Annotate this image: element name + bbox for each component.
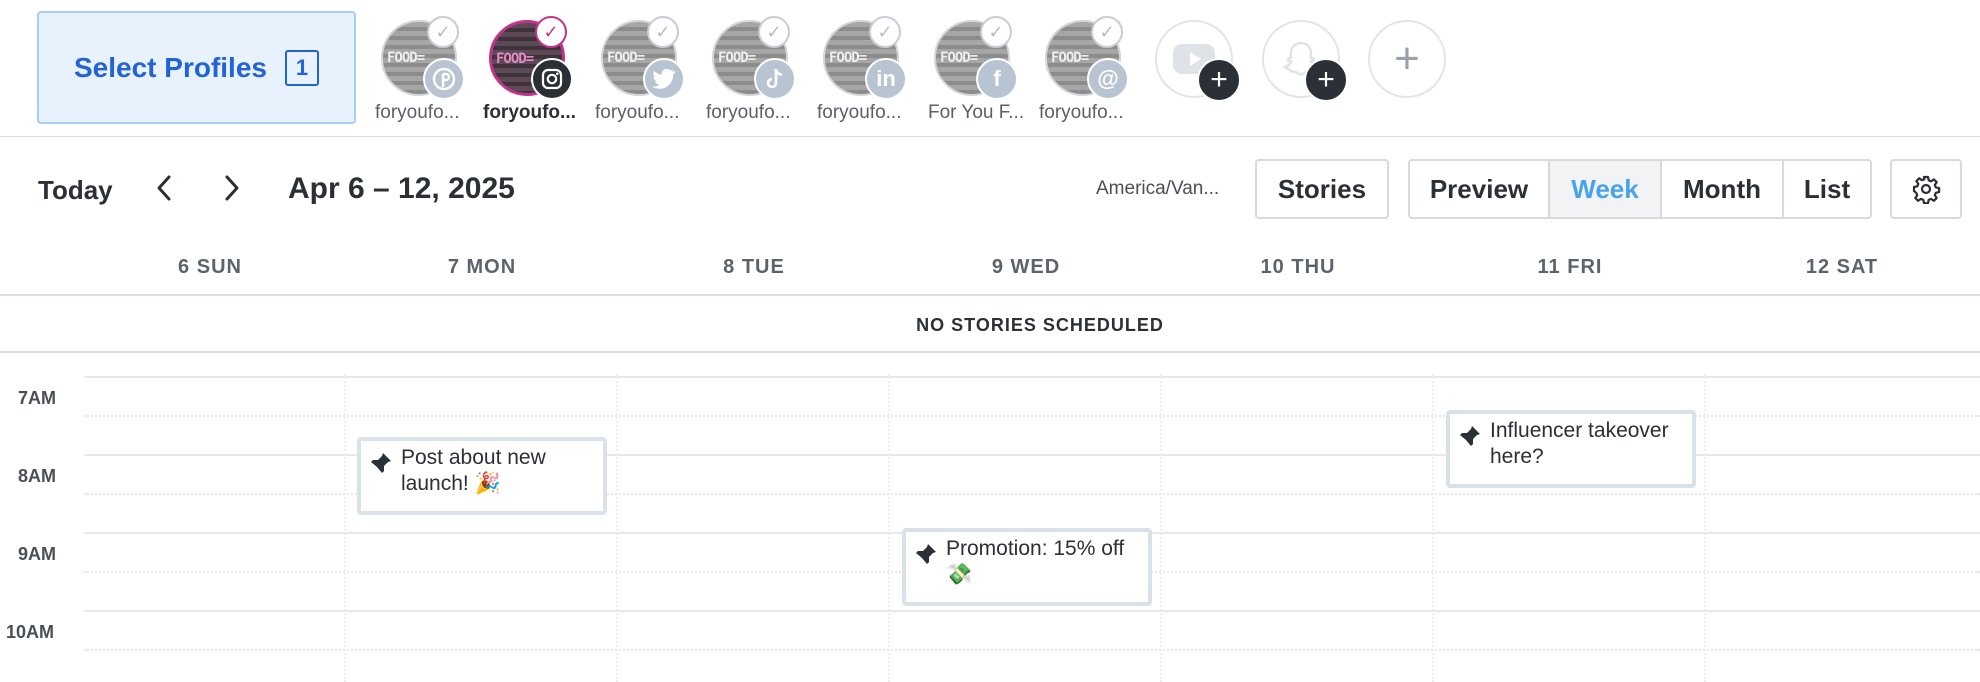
tiktok-icon bbox=[754, 58, 796, 100]
event-text: Promotion: 15% off 💸 bbox=[946, 537, 1125, 586]
plus-icon: + bbox=[1197, 58, 1241, 102]
day-column-separator bbox=[616, 374, 618, 682]
view-list[interactable]: List bbox=[1784, 161, 1870, 217]
check-icon: ✓ bbox=[535, 16, 567, 48]
view-switcher: Preview Week Month List bbox=[1408, 159, 1872, 219]
chevron-right-icon bbox=[225, 175, 239, 201]
profile-facebook[interactable]: FOOD= ✓ f For You F... bbox=[928, 16, 1044, 130]
view-week[interactable]: Week bbox=[1550, 161, 1662, 217]
select-profiles-button[interactable]: Select Profiles 1 bbox=[37, 11, 356, 124]
profile-name: foryoufo... bbox=[595, 102, 680, 123]
profile-bar: Select Profiles 1 FOOD= ✓ foryoufo... FO… bbox=[0, 0, 1980, 137]
scheduled-post-mon[interactable]: Post about new launch! 🎉 bbox=[357, 437, 607, 515]
profile-name: foryoufo... bbox=[706, 102, 791, 123]
day-column-separator bbox=[1160, 374, 1162, 682]
day-header: 6 SUN 7 MON 8 TUE 9 WED 10 THU 11 FRI 12… bbox=[0, 238, 1980, 296]
chevron-left-icon bbox=[157, 175, 171, 201]
day-header-sun: 6 SUN bbox=[178, 256, 242, 278]
half-hour-line bbox=[84, 649, 1980, 651]
profile-name: For You F... bbox=[928, 102, 1025, 123]
selected-count-badge: 1 bbox=[284, 49, 319, 86]
scheduled-post-wed[interactable]: Promotion: 15% off 💸 bbox=[902, 528, 1152, 606]
add-new-profile-button[interactable]: + bbox=[1368, 20, 1446, 98]
day-header-fri: 11 FRI bbox=[1537, 256, 1603, 278]
pin-icon bbox=[1460, 426, 1480, 446]
pin-icon bbox=[916, 544, 936, 564]
day-header-thu: 10 THU bbox=[1260, 256, 1336, 278]
instagram-icon bbox=[531, 58, 573, 100]
check-icon: ✓ bbox=[647, 16, 679, 48]
today-button[interactable]: Today bbox=[38, 175, 113, 206]
pinterest-icon bbox=[423, 58, 465, 100]
no-stories-message: NO STORIES SCHEDULED bbox=[916, 315, 1164, 335]
profile-name: foryoufo... bbox=[483, 102, 576, 123]
view-preview[interactable]: Preview bbox=[1410, 161, 1550, 217]
add-youtube-profile[interactable]: + bbox=[1155, 20, 1241, 102]
twitter-icon bbox=[643, 58, 685, 100]
hour-label-7am: 7AM bbox=[18, 388, 57, 408]
profile-pinterest[interactable]: FOOD= ✓ foryoufo... bbox=[375, 16, 491, 130]
profile-tiktok[interactable]: FOOD= ✓ foryoufo... bbox=[706, 16, 822, 130]
stories-row: NO STORIES SCHEDULED bbox=[0, 297, 1980, 353]
threads-icon: @ bbox=[1087, 58, 1129, 100]
day-header-sat: 12 SAT bbox=[1805, 256, 1879, 278]
day-header-mon: 7 MON bbox=[447, 256, 517, 278]
plus-icon: + bbox=[1304, 58, 1348, 102]
day-header-tue: 8 TUE bbox=[723, 256, 785, 278]
check-icon: ✓ bbox=[427, 16, 459, 48]
profile-threads[interactable]: FOOD= ✓ @ foryoufo... bbox=[1039, 16, 1155, 130]
hour-label-9am: 9AM bbox=[18, 544, 57, 564]
profile-name: foryoufo... bbox=[817, 102, 902, 123]
scheduled-post-fri[interactable]: Influencer takeover here? bbox=[1446, 410, 1696, 488]
event-text: Post about new launch! 🎉 bbox=[401, 446, 546, 495]
day-column-separator bbox=[888, 374, 890, 682]
check-icon: ✓ bbox=[758, 16, 790, 48]
check-icon: ✓ bbox=[869, 16, 901, 48]
previous-week-button[interactable] bbox=[144, 168, 184, 208]
profile-linkedin[interactable]: FOOD= ✓ in foryoufo... bbox=[817, 16, 933, 130]
profile-twitter[interactable]: FOOD= ✓ foryoufo... bbox=[595, 16, 711, 130]
day-column-separator bbox=[344, 374, 346, 682]
hour-label-8am: 8AM bbox=[18, 466, 57, 486]
day-header-wed: 9 WED bbox=[991, 256, 1061, 278]
facebook-icon: f bbox=[976, 58, 1018, 100]
hour-line bbox=[84, 376, 1980, 378]
next-week-button[interactable] bbox=[212, 168, 252, 208]
add-snapchat-profile[interactable]: + bbox=[1262, 20, 1348, 102]
gear-icon bbox=[1912, 175, 1941, 204]
plus-icon: + bbox=[1394, 34, 1420, 83]
check-icon: ✓ bbox=[1091, 16, 1123, 48]
event-text: Influencer takeover here? bbox=[1490, 419, 1669, 468]
timezone-selector[interactable]: America/Van... bbox=[1096, 178, 1230, 200]
linkedin-icon: in bbox=[865, 58, 907, 100]
select-profiles-label: Select Profiles bbox=[74, 51, 267, 83]
view-month[interactable]: Month bbox=[1662, 161, 1784, 217]
calendar-toolbar: Today Apr 6 – 12, 2025 America/Van... St… bbox=[0, 138, 1980, 238]
profile-name: foryoufo... bbox=[375, 102, 460, 123]
week-time-grid[interactable]: 7AM 8AM 9AM 10AM Post about new launch! … bbox=[0, 354, 1980, 682]
pin-icon bbox=[371, 453, 391, 473]
hour-label-10am: 10AM bbox=[6, 622, 55, 642]
calendar-settings-button[interactable] bbox=[1890, 159, 1962, 219]
hour-line bbox=[84, 610, 1980, 612]
day-column-separator bbox=[1704, 374, 1706, 682]
profile-instagram[interactable]: FOOD= ✓ foryoufo... bbox=[483, 16, 599, 130]
check-icon: ✓ bbox=[980, 16, 1012, 48]
profile-name: foryoufo... bbox=[1039, 102, 1124, 123]
day-column-separator bbox=[1432, 374, 1434, 682]
date-range-title: Apr 6 – 12, 2025 bbox=[288, 172, 515, 205]
stories-button[interactable]: Stories bbox=[1255, 159, 1389, 219]
